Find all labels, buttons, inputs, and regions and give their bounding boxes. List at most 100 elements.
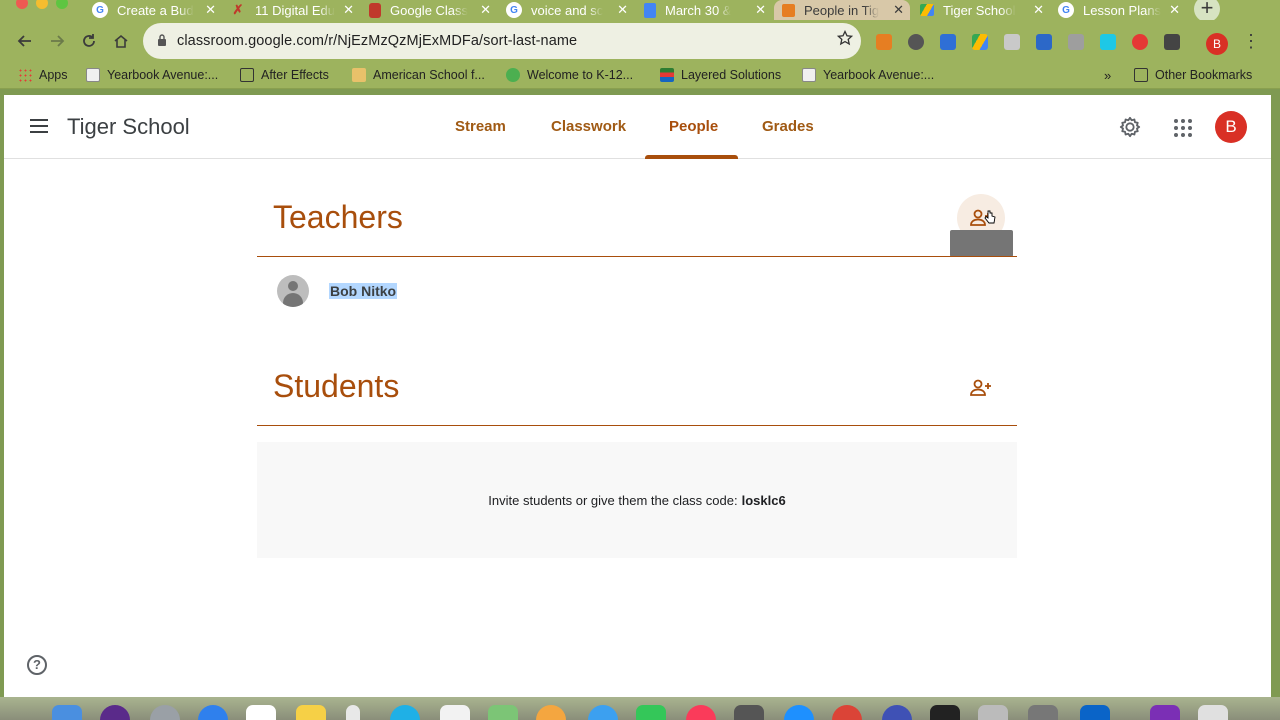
safari-icon[interactable]	[198, 705, 228, 720]
notes-icon[interactable]	[296, 705, 326, 720]
mail-extension-icon[interactable]	[1164, 34, 1180, 50]
other-bookmarks-folder[interactable]: Other Bookmarks	[1134, 68, 1252, 82]
close-tab-icon[interactable]: ✕	[617, 2, 628, 18]
home-button[interactable]	[109, 31, 133, 55]
tab-people[interactable]: People	[669, 118, 718, 135]
chrome-icon[interactable]	[832, 705, 862, 720]
arrow-left-icon	[17, 35, 31, 47]
messages-icon[interactable]	[588, 705, 618, 720]
active-tab-indicator	[645, 155, 738, 159]
music-icon[interactable]	[686, 705, 716, 720]
reload-button[interactable]	[77, 31, 101, 55]
screen-extension-icon[interactable]	[1036, 34, 1052, 50]
outlook-icon[interactable]	[1080, 705, 1110, 720]
rss-extension-icon[interactable]	[876, 34, 892, 50]
tab-title: People in Tig	[804, 2, 880, 18]
forward-button[interactable]	[45, 31, 69, 55]
google-drive-extension-icon[interactable]	[972, 34, 988, 50]
google-g-icon: G	[92, 2, 108, 18]
maps-icon[interactable]	[488, 705, 518, 720]
teacher-avatar	[277, 275, 309, 307]
teacher-row: Bob Nitko	[277, 275, 398, 307]
person-add-icon	[970, 379, 991, 396]
close-tab-icon[interactable]: ✕	[343, 2, 354, 18]
new-tab-button[interactable]: +	[1194, 0, 1220, 22]
app-store-icon[interactable]	[784, 705, 814, 720]
tab-stream[interactable]: Stream	[455, 118, 506, 135]
back-button[interactable]	[13, 31, 37, 55]
help-icon[interactable]: ?	[27, 655, 47, 675]
vpn-icon[interactable]	[882, 705, 912, 720]
circle-extension-icon[interactable]	[908, 34, 924, 50]
google-apps-icon[interactable]	[1174, 119, 1192, 137]
folder-extension-icon[interactable]	[1004, 34, 1020, 50]
close-tab-icon[interactable]: ✕	[1169, 2, 1180, 18]
user-avatar[interactable]: B	[1215, 111, 1247, 143]
main-menu-icon[interactable]	[30, 119, 48, 133]
google-g-icon: G	[1058, 2, 1074, 18]
terminal-icon[interactable]	[930, 705, 960, 720]
browser-tab-active[interactable]: People in Tig ✕	[774, 0, 910, 20]
yearbook-icon	[86, 68, 100, 82]
skype-icon[interactable]	[390, 705, 420, 720]
browser-tab[interactable]: March 30 & ✕	[638, 0, 772, 20]
address-bar[interactable]: classroom.google.com/r/NjEzMzQzMjExMDFa/…	[143, 23, 861, 59]
bookmark-item[interactable]: American School f...	[352, 68, 485, 82]
camera-app-icon[interactable]	[1028, 705, 1058, 720]
minimize-window-button[interactable]	[36, 0, 48, 9]
pencil-icon[interactable]	[346, 705, 360, 720]
bookmark-item[interactable]: Welcome to K-12...	[506, 68, 633, 82]
bookmarks-bar: Apps Yearbook Avenue:... After Effects A…	[0, 65, 1280, 89]
finder-icon[interactable]	[52, 705, 82, 720]
bookmark-item[interactable]: Yearbook Avenue:...	[86, 68, 218, 82]
browser-menu-icon[interactable]: ⋮	[1242, 31, 1260, 52]
close-tab-icon[interactable]: ✕	[205, 2, 216, 18]
camera-extension-icon[interactable]	[1068, 34, 1084, 50]
close-tab-icon[interactable]: ✕	[755, 2, 766, 18]
teacher-name[interactable]: Bob Nitko	[329, 283, 398, 299]
layers-icon	[660, 68, 674, 82]
close-tab-icon[interactable]: ✕	[480, 2, 491, 18]
google-classroom-icon	[782, 3, 795, 17]
tab-classwork[interactable]: Classwork	[551, 118, 626, 135]
class-code[interactable]: losklc6	[742, 493, 786, 508]
close-window-button[interactable]	[16, 0, 28, 9]
k12-icon	[506, 68, 520, 82]
utility-icon[interactable]	[978, 705, 1008, 720]
home-icon	[114, 34, 128, 48]
facetime-icon[interactable]	[636, 705, 666, 720]
system-preferences-icon[interactable]	[734, 705, 764, 720]
onenote-icon[interactable]	[1150, 705, 1180, 720]
calendar-icon[interactable]	[246, 705, 276, 720]
browser-tab[interactable]: G Create a Bud ✕	[86, 0, 222, 20]
arrow-right-icon	[51, 35, 65, 47]
browser-tab[interactable]: Tiger School ✕	[914, 0, 1050, 20]
preview-icon[interactable]	[440, 705, 470, 720]
tab-grades[interactable]: Grades	[762, 118, 814, 135]
trash-icon[interactable]	[1198, 705, 1228, 720]
bookmark-item[interactable]: Layered Solutions	[660, 68, 781, 82]
swirl-extension-icon[interactable]	[1132, 34, 1148, 50]
bookmark-item[interactable]: Apps	[18, 68, 68, 82]
close-tab-icon[interactable]: ✕	[893, 2, 904, 18]
browser-tab[interactable]: ✗ 11 Digital Edu ✕	[224, 0, 360, 20]
siri-icon[interactable]	[100, 705, 130, 720]
bookmark-item[interactable]: After Effects	[240, 68, 329, 82]
class-title[interactable]: Tiger School	[67, 114, 190, 140]
browser-tab[interactable]: G voice and sc ✕	[500, 0, 634, 20]
browser-tab[interactable]: G Lesson Plans ✕	[1052, 0, 1186, 20]
photos-icon[interactable]	[536, 705, 566, 720]
browser-profile-avatar[interactable]: B	[1206, 33, 1228, 55]
browser-toolbar: classroom.google.com/r/NjEzMzQzMjExMDFa/…	[0, 20, 1280, 65]
capture-extension-icon[interactable]	[1100, 34, 1116, 50]
close-tab-icon[interactable]: ✕	[1033, 2, 1044, 18]
bookmarks-overflow-button[interactable]: »	[1104, 68, 1111, 83]
snowflake-extension-icon[interactable]	[940, 34, 956, 50]
launchpad-icon[interactable]	[150, 705, 180, 720]
settings-gear-icon[interactable]	[1119, 116, 1141, 138]
invite-students-button[interactable]	[957, 364, 1005, 412]
maximize-window-button[interactable]	[56, 0, 68, 9]
bookmark-item[interactable]: Yearbook Avenue:...	[802, 68, 934, 82]
browser-tab[interactable]: Google Class ✕	[363, 0, 497, 20]
bookmark-star-icon[interactable]	[836, 29, 854, 51]
